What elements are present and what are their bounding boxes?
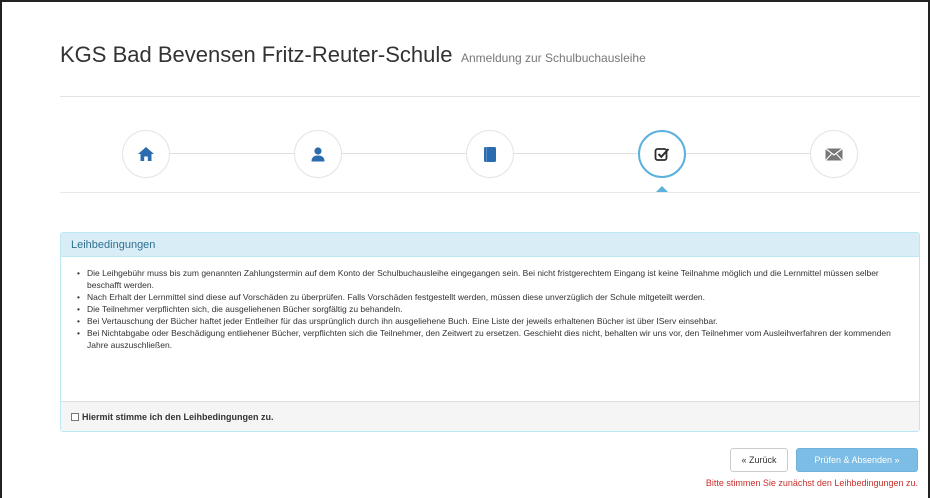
page-header: KGS Bad Bevensen Fritz-Reuter-Schule Anm… (60, 42, 646, 68)
user-icon (311, 147, 325, 162)
wizard-step-send[interactable] (810, 130, 858, 178)
terms-item: Bei Nichtabgabe oder Beschädigung entlie… (75, 327, 905, 351)
book-icon (484, 146, 496, 162)
submit-button[interactable]: Prüfen & Absenden » (796, 448, 918, 472)
back-button[interactable]: « Zurück (730, 448, 788, 472)
wizard-step-book[interactable] (466, 130, 514, 178)
terms-item: Die Leihgebühr muss bis zum genannten Za… (75, 267, 905, 291)
wizard-steps (60, 126, 920, 194)
header-divider (60, 96, 920, 97)
panel-heading: Leihbedingungen (61, 233, 919, 257)
terms-panel: Leihbedingungen Die Leihgebühr muss bis … (60, 232, 920, 432)
agree-label[interactable]: Hiermit stimme ich den Leihbedingungen z… (82, 412, 274, 422)
wizard-step-home[interactable] (122, 130, 170, 178)
agree-checkbox[interactable] (71, 412, 79, 421)
terms-item: Die Teilnehmer verpflichten sich, die au… (75, 303, 905, 315)
wizard-step-terms[interactable] (638, 130, 686, 178)
home-icon (138, 147, 154, 161)
wizard-divider (60, 192, 920, 193)
page-title: KGS Bad Bevensen Fritz-Reuter-Schule (60, 42, 453, 67)
page-subtitle: Anmeldung zur Schulbuchausleihe (460, 51, 646, 65)
envelope-icon (825, 147, 843, 161)
check-square-icon (654, 148, 670, 161)
terms-item: Bei Vertauschung der Bücher haftet jeder… (75, 315, 905, 327)
terms-item: Nach Erhalt der Lernmittel sind diese au… (75, 291, 905, 303)
terms-list: Die Leihgebühr muss bis zum genannten Za… (75, 267, 905, 351)
wizard-step-user[interactable] (294, 130, 342, 178)
error-message: Bitte stimmen Sie zunächst den Leihbedin… (705, 478, 918, 488)
panel-body: Die Leihgebühr muss bis zum genannten Za… (61, 257, 919, 393)
panel-footer: Hiermit stimme ich den Leihbedingungen z… (61, 401, 919, 431)
